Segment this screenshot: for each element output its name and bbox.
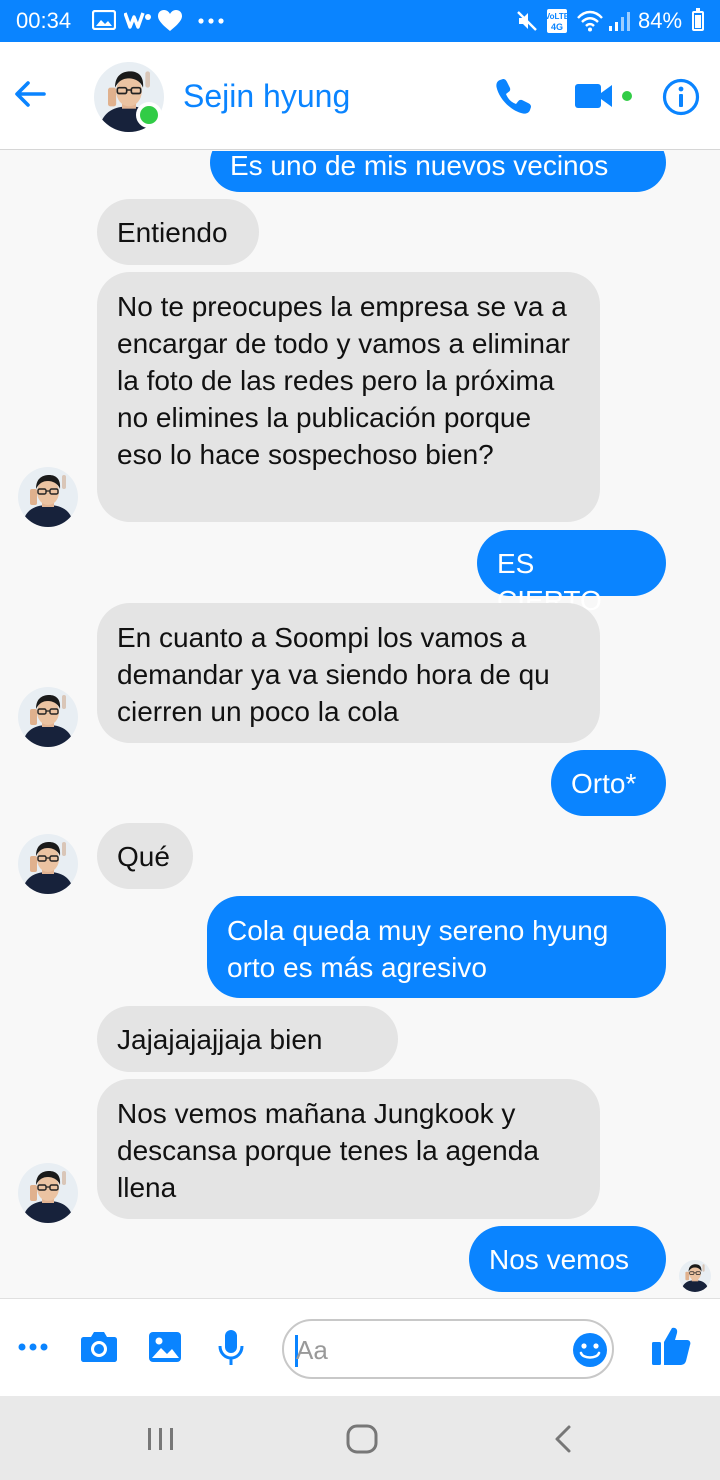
info-icon[interactable] [662, 78, 700, 116]
like-thumb-icon[interactable] [650, 1325, 692, 1367]
message-list[interactable]: Es uno de mis nuevos vecinos Entiendo No… [0, 151, 720, 1297]
sender-avatar[interactable] [18, 467, 78, 527]
more-actions-icon[interactable] [18, 1343, 48, 1351]
online-status-dot [136, 102, 162, 128]
svg-text:4G: 4G [551, 22, 563, 32]
video-online-dot [622, 91, 632, 101]
message-incoming[interactable]: Qué [97, 823, 193, 889]
image-icon [92, 10, 116, 30]
message-incoming[interactable]: Jajajajajjaja bien [97, 1006, 398, 1072]
status-time: 00:34 [16, 8, 72, 33]
gallery-icon[interactable] [148, 1331, 182, 1363]
conversation-header: Sejin hyung [0, 42, 720, 150]
system-navigation-bar [0, 1396, 720, 1480]
back-arrow-icon[interactable] [12, 76, 48, 112]
wifi-icon [577, 10, 603, 32]
signal-icon [609, 12, 630, 31]
message-outgoing[interactable]: Orto* [551, 750, 666, 816]
phone-call-icon[interactable] [494, 76, 534, 116]
sender-avatar[interactable] [18, 1163, 78, 1223]
message-incoming[interactable]: En cuanto a Soompi los vamos a demandar … [97, 603, 600, 743]
svg-text:VoLTE: VoLTE [546, 12, 568, 21]
battery-icon [692, 8, 704, 31]
status-bar: 00:34 VoLTE 4G 84% [0, 0, 720, 42]
message-outgoing[interactable]: Nos vemos [469, 1226, 666, 1292]
emoji-icon[interactable] [572, 1332, 608, 1368]
message-outgoing[interactable]: ES CIERTO [477, 530, 666, 616]
message-composer [0, 1298, 720, 1396]
contact-name[interactable]: Sejin hyung [183, 78, 350, 115]
seen-indicator-avatar [679, 1260, 711, 1292]
back-nav-icon[interactable] [552, 1424, 574, 1454]
message-input-container[interactable] [282, 1319, 614, 1379]
camera-icon[interactable] [80, 1331, 118, 1363]
message-input[interactable] [296, 1333, 556, 1367]
message-incoming[interactable]: Nos vemos mañana Jungkook y descansa por… [97, 1079, 600, 1219]
volte-icon: VoLTE4G [546, 9, 568, 33]
sender-avatar[interactable] [18, 834, 78, 894]
recent-apps-icon[interactable] [146, 1426, 176, 1452]
message-outgoing[interactable]: Cola queda muy sereno hyung orto es más … [207, 896, 666, 998]
video-call-icon[interactable] [574, 80, 614, 112]
heart-icon [158, 10, 182, 31]
message-outgoing[interactable]: Es uno de mis nuevos vecinos [210, 151, 666, 192]
battery-percent: 84% [638, 8, 683, 33]
home-icon[interactable] [346, 1424, 378, 1454]
mute-icon [517, 11, 537, 31]
message-incoming[interactable]: Entiendo [97, 199, 259, 265]
microphone-icon[interactable] [218, 1329, 244, 1367]
message-incoming[interactable]: No te preocupes la empresa se va a encar… [97, 272, 600, 522]
more-icon [198, 18, 224, 24]
w-icon [124, 12, 151, 29]
sender-avatar[interactable] [18, 687, 78, 747]
